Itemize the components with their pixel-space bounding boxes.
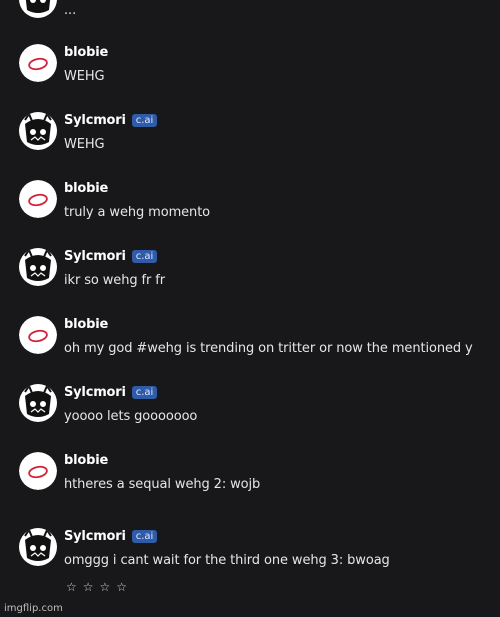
message-text: ikr so wehg fr fr [64, 273, 166, 288]
author-name[interactable]: Sylcmori c.ai [64, 385, 158, 400]
user-avatar[interactable] [19, 452, 57, 490]
author-name[interactable]: blobie [64, 453, 108, 468]
author-name-text: Sylcmori [64, 385, 126, 400]
bot-avatar[interactable] [19, 0, 57, 18]
cai-badge: c.ai [131, 250, 158, 263]
author-name[interactable]: blobie [64, 45, 108, 60]
bot-avatar[interactable] [19, 384, 57, 422]
bot-avatar[interactable] [19, 112, 57, 150]
bot-avatar[interactable] [19, 528, 57, 566]
message-text: yoooo lets gooooooo [64, 409, 198, 424]
message-text: htheres a sequal wehg 2: wojb [64, 477, 261, 492]
author-name-text: Sylcmori [64, 113, 126, 128]
star-icon[interactable]: ☆ [83, 580, 100, 594]
user-avatar[interactable] [19, 316, 57, 354]
message-text: WEHG [64, 137, 105, 152]
author-name[interactable]: Sylcmori c.ai [64, 113, 158, 128]
star-icon[interactable]: ☆ [66, 580, 83, 594]
author-name-text: Sylcmori [64, 529, 126, 544]
star-icon[interactable]: ☆ [116, 580, 133, 594]
star-icon[interactable]: ☆ [100, 580, 117, 594]
user-avatar[interactable] [19, 180, 57, 218]
message-text: ... [64, 3, 77, 18]
author-name-text: Sylcmori [64, 249, 126, 264]
rating-stars: ☆☆☆☆ [66, 580, 133, 594]
watermark: imgflip.com [4, 603, 63, 614]
author-name[interactable]: blobie [64, 317, 108, 332]
bot-avatar[interactable] [19, 248, 57, 286]
author-name[interactable]: Sylcmori c.ai [64, 529, 158, 544]
cai-badge: c.ai [131, 114, 158, 127]
message-text: WEHG [64, 69, 105, 84]
message-text: truly a wehg momento [64, 205, 211, 220]
message-text: omggg i cant wait for the third one wehg… [64, 553, 390, 568]
author-name[interactable]: Sylcmori c.ai [64, 249, 158, 264]
cai-badge: c.ai [131, 530, 158, 543]
user-avatar[interactable] [19, 44, 57, 82]
message-text: oh my god #wehg is trending on tritter o… [64, 341, 473, 356]
cai-badge: c.ai [131, 386, 158, 399]
author-name[interactable]: blobie [64, 181, 108, 196]
